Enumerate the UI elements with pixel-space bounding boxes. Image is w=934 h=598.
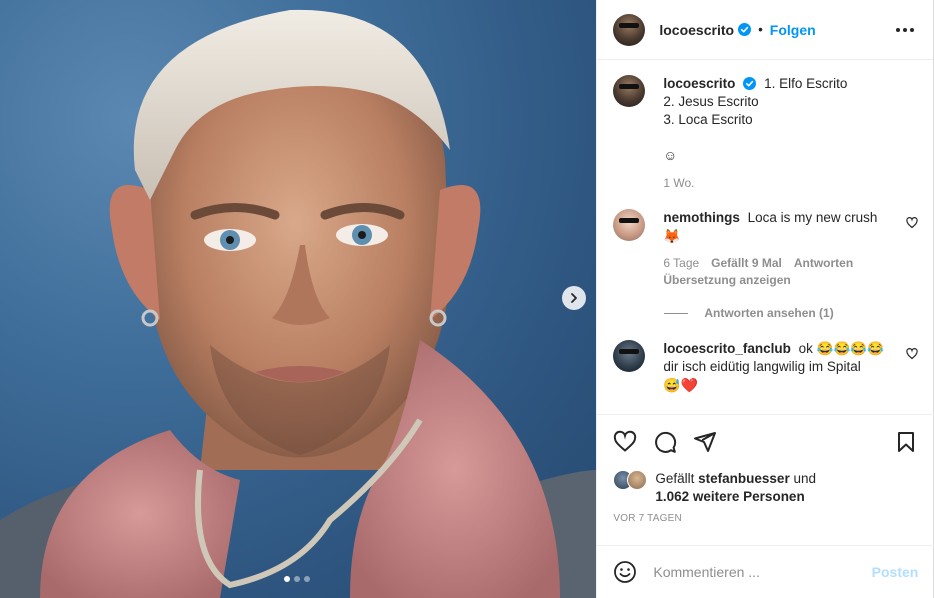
author-username[interactable]: locoescrito: [659, 22, 734, 38]
author-avatar[interactable]: [613, 75, 646, 107]
likes-summary: Gefällt stefanbuesser und 1.062 weitere …: [613, 470, 918, 506]
emoji-smile-icon[interactable]: [613, 560, 637, 584]
chevron-right-icon: [571, 293, 577, 303]
next-image-button[interactable]: [562, 286, 586, 310]
author-avatar[interactable]: [613, 13, 646, 46]
caption-line: 1. Elfo Escrito: [764, 76, 848, 91]
commenter-avatar[interactable]: [613, 209, 646, 241]
carousel-indicator: [284, 576, 310, 582]
caption-line: [663, 129, 903, 147]
likes-others-link[interactable]: 1.062 weitere Personen: [655, 489, 804, 504]
comments-list[interactable]: locoescrito 1. Elfo Escrito 2. Jesus Esc…: [597, 61, 934, 415]
portrait-illustration: [0, 9, 597, 598]
more-options-button[interactable]: [893, 18, 917, 42]
comment-item: locoescrito_fanclub ok 😂😂😂😂 dir isch eid…: [613, 340, 919, 394]
caption: locoescrito 1. Elfo Escrito 2. Jesus Esc…: [613, 75, 918, 191]
post-image[interactable]: [0, 0, 597, 598]
comment-icon[interactable]: [653, 430, 677, 454]
comment-likes[interactable]: Gefällt 9 Mal: [711, 256, 782, 270]
likes-connector: und: [793, 471, 816, 486]
comment-composer: Posten: [597, 545, 934, 598]
comment-emoji: 😅❤️: [663, 377, 699, 393]
carousel-dot: [304, 576, 310, 582]
follow-button[interactable]: Folgen: [770, 22, 816, 38]
post-comment-button[interactable]: Posten: [872, 564, 919, 580]
comment-text: ok 😂😂😂😂: [798, 341, 884, 356]
heart-icon[interactable]: [613, 430, 637, 454]
comment-username[interactable]: locoescrito_fanclub: [663, 341, 791, 356]
liker-username[interactable]: stefanbuesser: [698, 471, 790, 486]
reply-button[interactable]: Antworten: [794, 256, 853, 270]
caption-line: 3. Loca Escrito: [663, 112, 753, 127]
liker-avatar[interactable]: [627, 470, 648, 490]
liker-avatars: [613, 470, 653, 490]
instagram-post: locoescrito • Folgen locoescrito 1. Elfo…: [0, 0, 934, 598]
translate-button[interactable]: Übersetzung anzeigen: [663, 273, 790, 287]
caption-line: ☺: [663, 148, 678, 163]
comment-username[interactable]: nemothings: [663, 210, 740, 225]
bookmark-icon[interactable]: [894, 430, 918, 454]
verified-badge-icon: [743, 77, 757, 90]
commenter-avatar[interactable]: [613, 340, 646, 372]
view-replies-button[interactable]: Antworten ansehen (1): [664, 306, 918, 320]
comment-item: nemothings Loca is my new crush 🦊 6 Tage…: [613, 209, 919, 288]
verified-badge-icon: [738, 23, 752, 36]
header-separator: •: [758, 22, 763, 37]
post-side-panel: locoescrito • Folgen locoescrito 1. Elfo…: [596, 0, 934, 598]
like-comment-heart-icon[interactable]: [906, 217, 919, 229]
post-header: locoescrito • Folgen: [597, 0, 933, 60]
comment-time[interactable]: 6 Tage: [663, 256, 699, 270]
comment-text-line: dir isch eidütig langwilig im Spital: [663, 359, 861, 374]
view-replies-label: Antworten ansehen (1): [704, 306, 834, 320]
caption-line: 2. Jesus Escrito: [663, 94, 759, 109]
caption-time[interactable]: 1 Wo.: [663, 176, 694, 190]
like-comment-heart-icon[interactable]: [906, 348, 919, 360]
post-timestamp[interactable]: VOR 7 TAGEN: [613, 513, 918, 524]
replies-divider: [664, 312, 689, 314]
likes-prefix: Gefällt: [655, 471, 695, 486]
carousel-dot: [294, 576, 300, 582]
carousel-dot-active: [284, 576, 290, 582]
share-icon[interactable]: [693, 430, 717, 454]
comment-input[interactable]: [653, 564, 854, 580]
comment-emoji: 🦊: [663, 228, 681, 244]
more-options-icon: [896, 27, 914, 32]
caption-username[interactable]: locoescrito: [663, 76, 735, 91]
comment-text: Loca is my new crush: [747, 210, 878, 225]
post-actions: Gefällt stefanbuesser und 1.062 weitere …: [597, 416, 934, 524]
